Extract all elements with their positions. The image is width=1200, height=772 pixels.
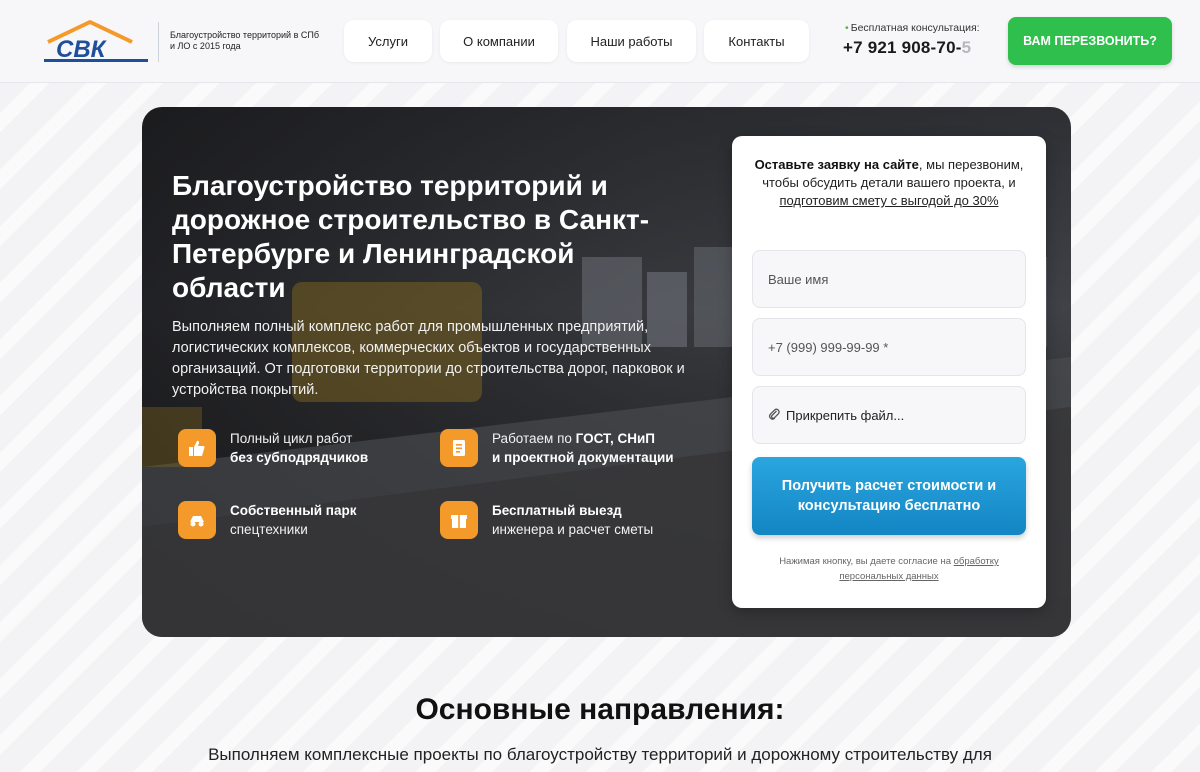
nav-about[interactable]: О компании [440, 20, 558, 62]
request-form: Оставьте заявку на сайте, мы перезвоним,… [732, 136, 1046, 608]
gift-icon [440, 501, 478, 539]
name-input[interactable]: Ваше имя [752, 250, 1026, 308]
logo-roof-icon: СВК [44, 20, 148, 63]
company-logo[interactable]: СВК [42, 18, 152, 64]
hero-description: Выполняем полный комплекс работ для пром… [172, 319, 685, 398]
feature-free-visit: Бесплатный выезд инженера и расчет сметы [440, 499, 700, 543]
truck-icon [178, 501, 216, 539]
consent-note: Нажимая кнопку, вы даете согласие на обр… [779, 556, 999, 582]
site-header: СВК Благоустройство территорий в СПб и Л… [0, 0, 1200, 83]
nav-works[interactable]: Наши работы [567, 20, 696, 62]
hero-title: Благоустройство территорий и дорожное ст… [172, 170, 650, 303]
nav-services[interactable]: Услуги [344, 20, 432, 62]
phone-number[interactable]: +7 921 908-70-5 [843, 38, 971, 58]
feature-gost: Работаем по ГОСТ, СНиП и проектной докуме… [440, 427, 700, 471]
get-estimate-button[interactable]: Получить расчет стоимости и консультацию… [752, 457, 1026, 535]
paperclip-icon [768, 407, 780, 424]
section-title: Основные направления: [415, 693, 785, 726]
section-description: Выполняем комплексные проекты по благоус… [208, 745, 992, 764]
phone-input[interactable]: +7 (999) 999-99-99 * [752, 318, 1026, 376]
status-dot-icon: • [845, 22, 849, 34]
feature-equipment: Собственный парк спецтехники [178, 499, 438, 543]
thumbs-up-icon [178, 429, 216, 467]
callback-button[interactable]: ВАМ ПЕРЕЗВОНИТЬ? [1008, 17, 1172, 65]
attach-file-button[interactable]: Прикрепить файл... [752, 386, 1026, 444]
document-icon [440, 429, 478, 467]
nav-contacts[interactable]: Контакты [704, 20, 809, 62]
feature-full-cycle: Полный цикл работ без субподрядчиков [178, 427, 438, 471]
logo-divider [158, 22, 159, 62]
estimate-link[interactable]: подготовим смету с выгодой до 30% [779, 193, 998, 208]
consultation-label: • Бесплатная консультация: [845, 22, 980, 34]
company-tagline: Благоустройство территорий в СПб и ЛО с … [170, 30, 319, 51]
svg-text:СВК: СВК [56, 36, 108, 63]
form-heading: Оставьте заявку на сайте, мы перезвоним,… [754, 157, 1024, 208]
